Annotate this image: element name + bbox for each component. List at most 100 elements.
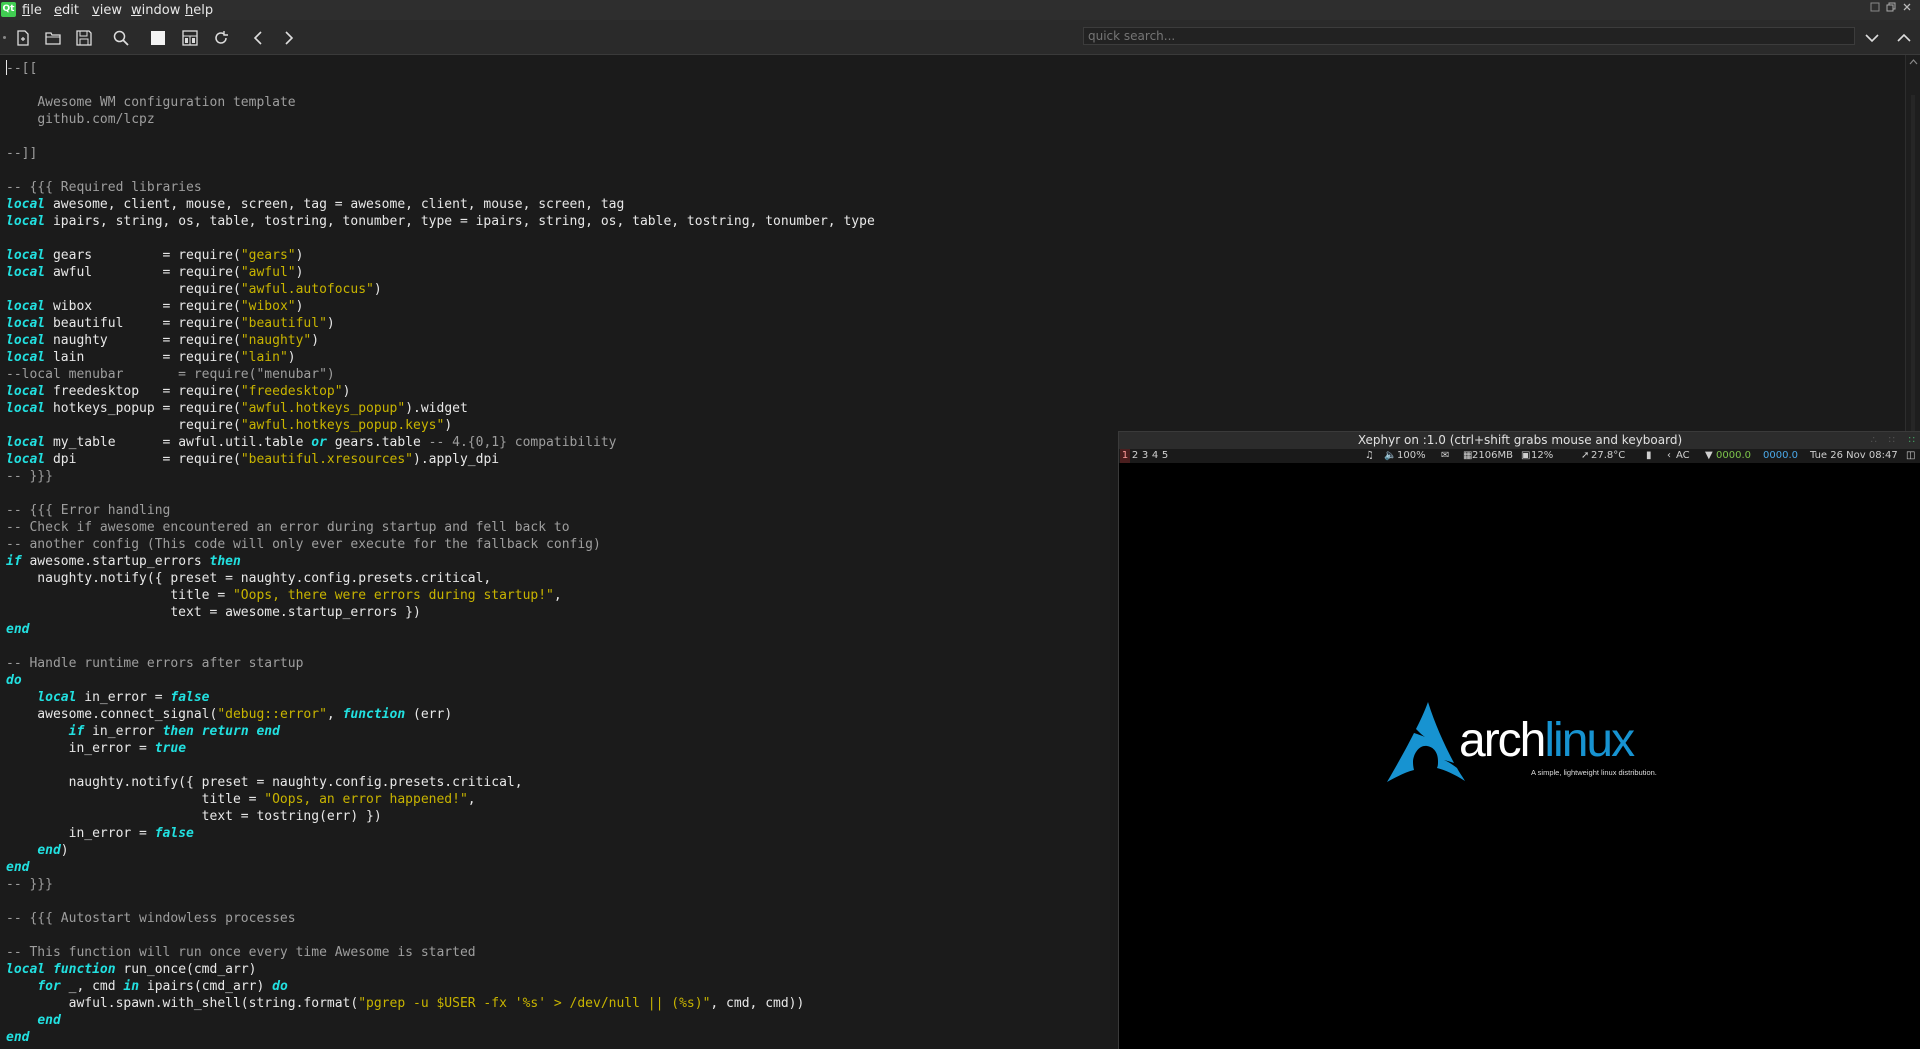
code-line[interactable]: in_error = false — [6, 825, 875, 842]
code-line[interactable]: end — [6, 859, 875, 876]
code-line[interactable]: local lain = require("lain") — [6, 349, 875, 366]
code-line[interactable]: text = tostring(err) }) — [6, 808, 875, 825]
code-line[interactable]: end) — [6, 842, 875, 859]
code-token: in_error = — [76, 690, 171, 705]
code-line[interactable]: local in_error = false — [6, 689, 875, 706]
layout-icon[interactable] — [179, 27, 201, 49]
code-token: awful = require( — [45, 265, 241, 280]
code-line[interactable] — [6, 893, 875, 910]
code-line[interactable]: local naughty = require("naughty") — [6, 332, 875, 349]
power-value: AC — [1676, 450, 1690, 461]
code-line[interactable]: -- another config (This code will only e… — [6, 536, 875, 553]
code-line[interactable]: end — [6, 621, 875, 638]
open-folder-icon[interactable] — [42, 27, 64, 49]
code-line[interactable]: title = "Oops, an error happened!", — [6, 791, 875, 808]
tag-5[interactable]: 5 — [1160, 449, 1170, 463]
code-line[interactable]: local ipairs, string, os, table, tostrin… — [6, 213, 875, 230]
code-line[interactable]: awful.spawn.with_shell(string.format("pg… — [6, 995, 875, 1012]
menu-window[interactable]: window — [131, 3, 180, 18]
back-icon[interactable] — [247, 27, 269, 49]
xephyr-maximize-icon[interactable]: ∷ — [1889, 432, 1895, 449]
code-token: freedesktop = require( — [45, 384, 241, 399]
code-line[interactable]: -- }}} — [6, 468, 875, 485]
code-line[interactable] — [6, 757, 875, 774]
xephyr-minimize-icon[interactable]: ∴ — [1871, 432, 1877, 449]
new-file-icon[interactable] — [12, 27, 34, 49]
code-line[interactable] — [6, 77, 875, 94]
xephyr-window[interactable]: Xephyr on :1.0 (ctrl+shift grabs mouse a… — [1118, 431, 1920, 1049]
code-line[interactable]: end — [6, 1029, 875, 1046]
layout-indicator-icon[interactable]: ◫ — [1906, 449, 1915, 463]
tag-2[interactable]: 2 — [1130, 449, 1140, 463]
code-line[interactable]: naughty.notify({ preset = naughty.config… — [6, 570, 875, 587]
code-line[interactable]: -- }}} — [6, 876, 875, 893]
code-line[interactable]: if awesome.startup_errors then — [6, 553, 875, 570]
xephyr-titlebar[interactable]: Xephyr on :1.0 (ctrl+shift grabs mouse a… — [1119, 432, 1920, 449]
tag-4[interactable]: 4 — [1150, 449, 1160, 463]
code-token: false — [170, 690, 210, 705]
code-line[interactable]: do — [6, 672, 875, 689]
toolbar-grip[interactable] — [3, 36, 6, 39]
code-line[interactable]: require("awful.autofocus") — [6, 281, 875, 298]
quick-search-input[interactable] — [1083, 27, 1855, 45]
code-token: "beautiful.xresources" — [240, 452, 413, 467]
code-line[interactable]: local awesome, client, mouse, screen, ta… — [6, 196, 875, 213]
code-text[interactable]: --[[ Awesome WM configuration template g… — [6, 60, 875, 1046]
code-line[interactable]: end — [6, 1012, 875, 1029]
code-line[interactable]: naughty.notify({ preset = naughty.config… — [6, 774, 875, 791]
logo-arch-text: arch — [1459, 714, 1546, 767]
code-line[interactable]: title = "Oops, there were errors during … — [6, 587, 875, 604]
code-line[interactable]: -- Check if awesome encountered an error… — [6, 519, 875, 536]
code-line[interactable]: --]] — [6, 145, 875, 162]
code-line[interactable]: in_error = true — [6, 740, 875, 757]
code-token: awesome, client, mouse, screen, tag = aw… — [45, 197, 625, 212]
code-line[interactable]: if in_error then return end — [6, 723, 875, 740]
code-line[interactable] — [6, 230, 875, 247]
code-line[interactable] — [6, 162, 875, 179]
close-icon[interactable] — [1900, 2, 1914, 16]
menu-view[interactable]: view — [92, 3, 122, 18]
tag-1[interactable]: 1 — [1120, 449, 1130, 463]
stop-icon[interactable] — [147, 27, 169, 49]
code-line[interactable]: local beautiful = require("beautiful") — [6, 315, 875, 332]
code-line[interactable]: local gears = require("gears") — [6, 247, 875, 264]
save-icon[interactable] — [73, 27, 95, 49]
chevron-up-icon[interactable] — [1893, 27, 1915, 49]
code-line[interactable]: text = awesome.startup_errors }) — [6, 604, 875, 621]
code-line[interactable]: github.com/lcpz — [6, 111, 875, 128]
code-line[interactable]: local freedesktop = require("freedesktop… — [6, 383, 875, 400]
code-line[interactable]: --local menubar = require("menubar") — [6, 366, 875, 383]
code-line[interactable]: awesome.connect_signal("debug::error", f… — [6, 706, 875, 723]
reload-icon[interactable] — [210, 27, 232, 49]
code-line[interactable] — [6, 128, 875, 145]
code-line[interactable] — [6, 638, 875, 655]
code-line[interactable]: --[[ — [6, 60, 875, 77]
code-line[interactable]: local wibox = require("wibox") — [6, 298, 875, 315]
forward-icon[interactable] — [278, 27, 300, 49]
restore-icon[interactable] — [1884, 2, 1898, 16]
code-line[interactable]: for _, cmd in ipairs(cmd_arr) do — [6, 978, 875, 995]
code-line[interactable]: -- {{{ Required libraries — [6, 179, 875, 196]
tag-3[interactable]: 3 — [1140, 449, 1150, 463]
code-line[interactable]: -- This function will run once every tim… — [6, 944, 875, 961]
search-icon[interactable] — [110, 27, 132, 49]
code-line[interactable]: -- {{{ Error handling — [6, 502, 875, 519]
code-line[interactable] — [6, 927, 875, 944]
code-line[interactable]: Awesome WM configuration template — [6, 94, 875, 111]
code-line[interactable]: require("awful.hotkeys_popup.keys") — [6, 417, 875, 434]
minimize-icon[interactable] — [1868, 2, 1882, 16]
menu-help[interactable]: help — [185, 3, 213, 18]
menu-edit[interactable]: edit — [54, 3, 79, 18]
code-line[interactable]: -- {{{ Autostart windowless processes — [6, 910, 875, 927]
code-line[interactable]: local awful = require("awful") — [6, 264, 875, 281]
code-line[interactable]: local function run_once(cmd_arr) — [6, 961, 875, 978]
code-token: local — [6, 316, 46, 331]
xephyr-close-icon[interactable]: ∷ — [1909, 432, 1915, 449]
code-line[interactable]: -- Handle runtime errors after startup — [6, 655, 875, 672]
code-line[interactable]: local my_table = awful.util.table or gea… — [6, 434, 875, 451]
code-line[interactable] — [6, 485, 875, 502]
chevron-down-icon[interactable] — [1861, 27, 1883, 49]
menu-file[interactable]: file — [22, 3, 42, 18]
code-line[interactable]: local hotkeys_popup = require("awful.hot… — [6, 400, 875, 417]
code-line[interactable]: local dpi = require("beautiful.xresource… — [6, 451, 875, 468]
